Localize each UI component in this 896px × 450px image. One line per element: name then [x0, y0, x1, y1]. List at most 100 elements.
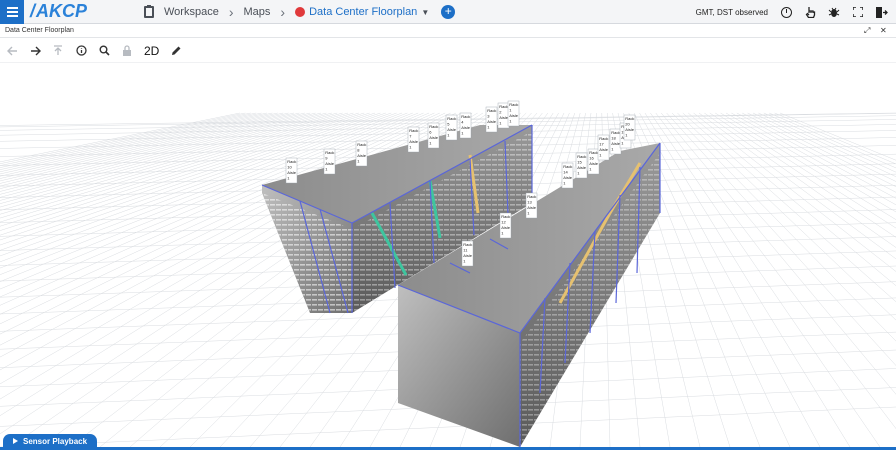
rack-label-text: Rack — [463, 242, 472, 247]
grid-line — [720, 112, 896, 220]
expand-icon[interactable]: ⤢ — [864, 26, 870, 36]
rack-label-text: 14 — [563, 170, 568, 175]
back-arrow-glyph — [6, 46, 17, 55]
rack-label[interactable]: Rack3Aisle1 — [485, 106, 498, 133]
rack-label[interactable]: Rack14Aisle1 — [561, 162, 574, 189]
rack-label-text: Aisle — [487, 119, 496, 124]
forward-arrow-icon[interactable] — [29, 45, 41, 57]
rack-label-text: Aisle — [463, 253, 472, 258]
info-glyph — [75, 45, 87, 56]
info-icon[interactable] — [75, 45, 87, 57]
top-right-controls: GMT, DST observed — [696, 0, 888, 24]
breadcrumb-maps[interactable]: Maps — [244, 6, 271, 18]
rack-label-text: Aisle — [589, 161, 598, 166]
pencil-icon[interactable] — [170, 45, 182, 57]
breadcrumb-workspace[interactable]: Workspace — [164, 6, 219, 18]
floorplan-3d-viewport[interactable]: Rack 10 Aisle 1 Rack 9 Aisle 1 Rack 8 Aisle 1 Rack 7 A… — [0, 63, 896, 447]
rack-label-text: Rack — [589, 150, 598, 155]
rack-label-text: Aisle — [599, 147, 608, 152]
rack-label[interactable]: Rack8Aisle1 — [355, 140, 368, 167]
rack-label-text: Aisle — [509, 113, 518, 118]
rack-label[interactable]: Rack15Aisle1 — [575, 152, 588, 179]
rack-label[interactable]: Rack10Aisle1 — [285, 157, 298, 184]
rack-label[interactable]: Rack5Aisle1 — [445, 114, 458, 141]
close-icon[interactable]: ✕ — [880, 26, 887, 35]
rack-label[interactable]: Rack16Aisle1 — [587, 148, 600, 175]
rack-label[interactable]: Rack9Aisle1 — [323, 148, 336, 175]
hand-pointer-glyph — [805, 7, 815, 18]
view-2d-toggle[interactable]: 2D — [144, 44, 159, 58]
move-to-top-icon[interactable] — [52, 45, 64, 57]
rack-label-text: Aisle — [611, 141, 620, 146]
rack-label-text: Rack — [501, 214, 510, 219]
fullscreen-glyph — [853, 7, 863, 17]
rack-label[interactable]: Rack2Aisle1 — [497, 102, 510, 129]
map-toolbar: 2D — [0, 39, 896, 63]
search-glyph — [99, 45, 110, 56]
clock-icon[interactable] — [780, 6, 792, 18]
rack-label[interactable]: Rack17Aisle1 — [597, 134, 610, 161]
lock-icon[interactable] — [121, 45, 133, 57]
logout-icon[interactable] — [876, 6, 888, 18]
chevron-right-icon: › — [280, 4, 286, 20]
clock-face — [780, 6, 792, 18]
clipboard-icon — [144, 5, 154, 18]
chevron-right-icon: › — [228, 4, 234, 20]
menu-line — [6, 7, 18, 9]
add-button[interactable]: + — [441, 5, 456, 19]
rack-label-text: Rack — [625, 116, 634, 121]
grid-line — [779, 112, 896, 161]
grid-line — [704, 112, 896, 248]
pencil-glyph — [171, 46, 181, 55]
grid-line — [688, 112, 896, 287]
rack-label[interactable]: Rack13Aisle1 — [525, 192, 538, 219]
rack-label-text: Aisle — [499, 115, 508, 120]
rack-label[interactable]: Rack20Aisle1 — [623, 114, 636, 141]
rack-label-text: 12 — [501, 220, 506, 225]
breadcrumb-current-map[interactable]: Data Center Floorplan — [309, 6, 417, 18]
rack-label-text: Aisle — [409, 139, 418, 144]
sensor-playback-label: Sensor Playback — [23, 436, 88, 446]
rack-label[interactable]: Rack4Aisle1 — [459, 112, 472, 139]
sensor-playback-button[interactable]: Sensor Playback — [3, 434, 98, 448]
rack-label-text: Rack — [599, 136, 608, 141]
search-icon[interactable] — [98, 45, 110, 57]
grid-line — [671, 112, 896, 342]
akcp-logo[interactable]: /AKCP — [30, 1, 87, 22]
grid-line — [0, 112, 305, 189]
bug-icon[interactable] — [828, 6, 840, 18]
grid-line — [682, 112, 896, 303]
hamburger-menu-button[interactable] — [0, 0, 24, 24]
rack-label-text: Rack — [409, 128, 418, 133]
rack-label[interactable]: Rack7Aisle1 — [407, 126, 420, 153]
fullscreen-icon[interactable] — [852, 6, 864, 18]
logout-glyph — [876, 6, 888, 18]
rack-label[interactable]: Rack18Aisle1 — [609, 128, 622, 155]
rack-label-text: Rack — [509, 102, 518, 107]
back-arrow-icon[interactable] — [6, 45, 18, 57]
hand-pointer-icon[interactable] — [804, 6, 816, 18]
bug-glyph — [828, 7, 840, 17]
rack-label-text: Rack — [461, 114, 470, 119]
rack-label[interactable]: Rack6Aisle1 — [427, 122, 440, 149]
rack-label-text: Rack — [563, 164, 572, 169]
grid-line — [0, 112, 300, 187]
floorplan-3d-svg[interactable]: Rack10Aisle1 Rack9Aisle1 Rack8Aisle1 Rack7A… — [0, 63, 896, 447]
grid-line — [715, 112, 896, 229]
rack-label[interactable]: Rack12Aisle1 — [499, 212, 512, 239]
lock-glyph — [123, 45, 131, 56]
rack-label-text: Rack — [499, 104, 508, 109]
rack-label[interactable]: Rack11Aisle1 — [461, 240, 474, 267]
grid-line — [747, 112, 896, 187]
rack-label-text: 10 — [287, 165, 292, 170]
grid-line — [725, 112, 896, 213]
caret-down-icon[interactable]: ▼ — [421, 8, 429, 17]
rack-label-text: Aisle — [501, 225, 510, 230]
rack-label[interactable]: Rack1Aisle1 — [507, 100, 520, 127]
rack-label-text: 13 — [527, 200, 532, 205]
rack-label-text: Aisle — [325, 161, 334, 166]
grid-line — [0, 112, 295, 184]
rack-label-text: Aisle — [625, 127, 634, 132]
timezone-label: GMT, DST observed — [695, 7, 768, 17]
grid-line — [769, 112, 896, 169]
